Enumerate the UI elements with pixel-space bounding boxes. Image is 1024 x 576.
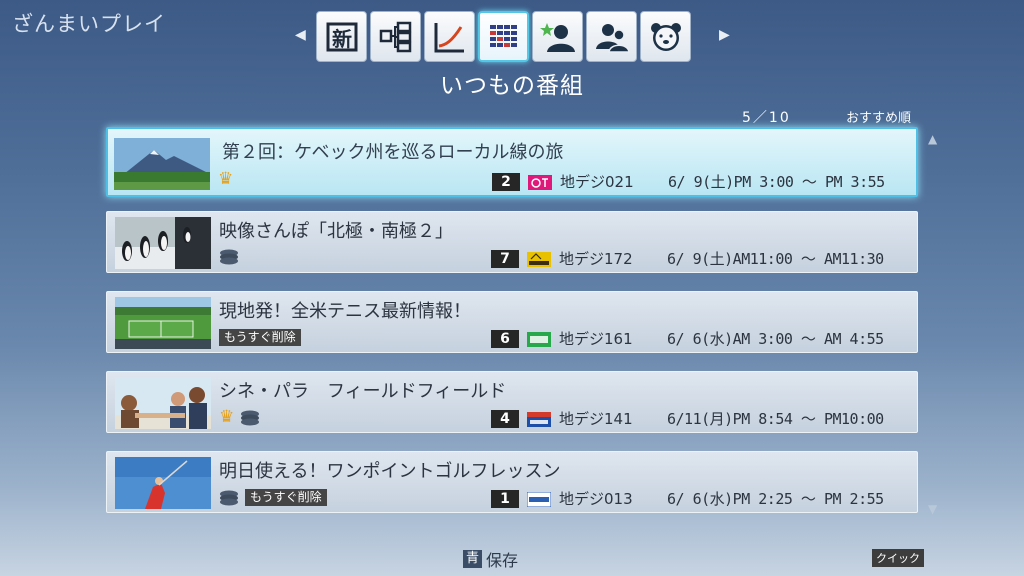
channel-number: 7: [491, 250, 519, 268]
quick-menu-button[interactable]: クイック: [872, 549, 924, 567]
program-title: 映像さんぽ「北極・南極２」: [219, 221, 453, 242]
program-thumbnail: [115, 457, 211, 509]
tab-star-person[interactable]: [532, 11, 583, 62]
program-badges: もうすぐ削除: [219, 489, 327, 506]
program-thumbnail: [114, 138, 210, 190]
category-tabs: 新: [316, 11, 691, 63]
program-row[interactable]: 映像さんぽ「北極・南極２」 7 地デジ172 6/ 9(土)AM11:00 ～ …: [106, 211, 918, 273]
scroll-down-arrow[interactable]: ▼: [928, 502, 937, 516]
grid-icon: [489, 24, 517, 47]
program-thumbnail: [115, 217, 211, 269]
program-title: 現地発！全米テニス最新情報！: [219, 301, 471, 322]
program-title: シネ・パラ フィールドフィールド: [219, 381, 507, 402]
channel-logo-icon: [527, 492, 551, 507]
program-badges: ♛: [218, 171, 233, 188]
program-badges: もうすぐ削除: [219, 329, 301, 346]
program-title: 明日使える！ワンポイントゴルフレッスン: [219, 461, 561, 482]
program-row[interactable]: 第２回：ケベック州を巡るローカル線の旅 ♛ 2 地デジ021 6/ 9(土)PM…: [106, 127, 918, 197]
tab-tree[interactable]: [370, 11, 421, 62]
chart-icon: [434, 22, 464, 52]
page-title: いつもの番組: [440, 73, 584, 99]
channel-label: 地デジ141: [559, 410, 633, 428]
new-icon: 新: [326, 22, 357, 51]
save-label: 保存: [486, 551, 519, 570]
tab-people[interactable]: [586, 11, 637, 62]
program-row[interactable]: シネ・パラ フィールドフィールド ♛ 4 地デジ141 6/11(月)PM 8:…: [106, 371, 918, 433]
broadcast-datetime: 6/ 9(土)AM11:00 ～ AM11:30: [667, 250, 884, 268]
channel-logo-icon: [527, 332, 551, 347]
blue-key-badge: 青: [463, 550, 483, 568]
tab-chart[interactable]: [424, 11, 475, 62]
channel-number: 2: [492, 173, 520, 191]
app-title: ざんまいプレイ: [12, 12, 166, 36]
sort-order-label[interactable]: おすすめ順: [846, 107, 911, 126]
program-row[interactable]: 明日使える！ワンポイントゴルフレッスン もうすぐ削除 1 地デジ013 6/ 6…: [106, 451, 918, 513]
crown-icon: ♛: [218, 169, 234, 189]
tab-new[interactable]: 新: [316, 11, 367, 62]
program-thumbnail: [115, 297, 211, 349]
broadcast-datetime: 6/ 9(土)PM 3:00 ～ PM 3:55: [668, 173, 885, 191]
people-icon: [595, 23, 630, 53]
channel-label: 地デジ172: [559, 250, 633, 268]
crown-icon: ♛: [219, 407, 235, 427]
channel-number: 4: [491, 410, 519, 428]
disc-icon: [220, 490, 238, 505]
channel-label: 地デジ013: [559, 490, 633, 508]
broadcast-datetime: 6/11(月)PM 8:54 ～ PM10:00: [667, 410, 884, 428]
channel-label: 地デジ161: [559, 330, 633, 348]
scroll-up-arrow[interactable]: ▲: [928, 132, 937, 146]
program-badges: [219, 249, 239, 265]
broadcast-datetime: 6/ 6(水)PM 2:25 ～ PM 2:55: [667, 490, 884, 508]
delete-soon-badge: もうすぐ削除: [219, 329, 301, 346]
channel-number: 1: [491, 490, 519, 508]
bear-icon: [650, 22, 681, 51]
disc-icon: [241, 410, 260, 425]
channel-logo-icon: [527, 412, 551, 427]
tabs-prev-arrow[interactable]: ◀: [295, 27, 306, 43]
program-badges: ♛: [219, 409, 260, 426]
channel-logo-icon: [528, 175, 552, 190]
tree-icon: [379, 21, 411, 52]
tab-grid[interactable]: [478, 11, 529, 62]
save-action[interactable]: 青 保存: [463, 547, 518, 571]
delete-soon-badge: もうすぐ削除: [245, 489, 327, 506]
star-person-icon: [539, 22, 575, 52]
program-list: 第２回：ケベック州を巡るローカル線の旅 ♛ 2 地デジ021 6/ 9(土)PM…: [106, 127, 918, 531]
svg-text:新: 新: [332, 27, 352, 51]
channel-label: 地デジ021: [560, 173, 634, 191]
tabs-next-arrow[interactable]: ▶: [719, 27, 730, 43]
channel-logo-icon: [527, 252, 551, 267]
tab-bear[interactable]: [640, 11, 691, 62]
page-counter: 5／10: [742, 110, 791, 126]
disc-icon: [220, 249, 238, 265]
program-title: 第２回：ケベック州を巡るローカル線の旅: [222, 142, 564, 163]
program-thumbnail: [115, 377, 211, 429]
program-row[interactable]: 現地発！全米テニス最新情報！ もうすぐ削除 6 地デジ161 6/ 6(水)AM…: [106, 291, 918, 353]
channel-number: 6: [491, 330, 519, 348]
broadcast-datetime: 6/ 6(水)AM 3:00 ～ AM 4:55: [667, 330, 884, 348]
